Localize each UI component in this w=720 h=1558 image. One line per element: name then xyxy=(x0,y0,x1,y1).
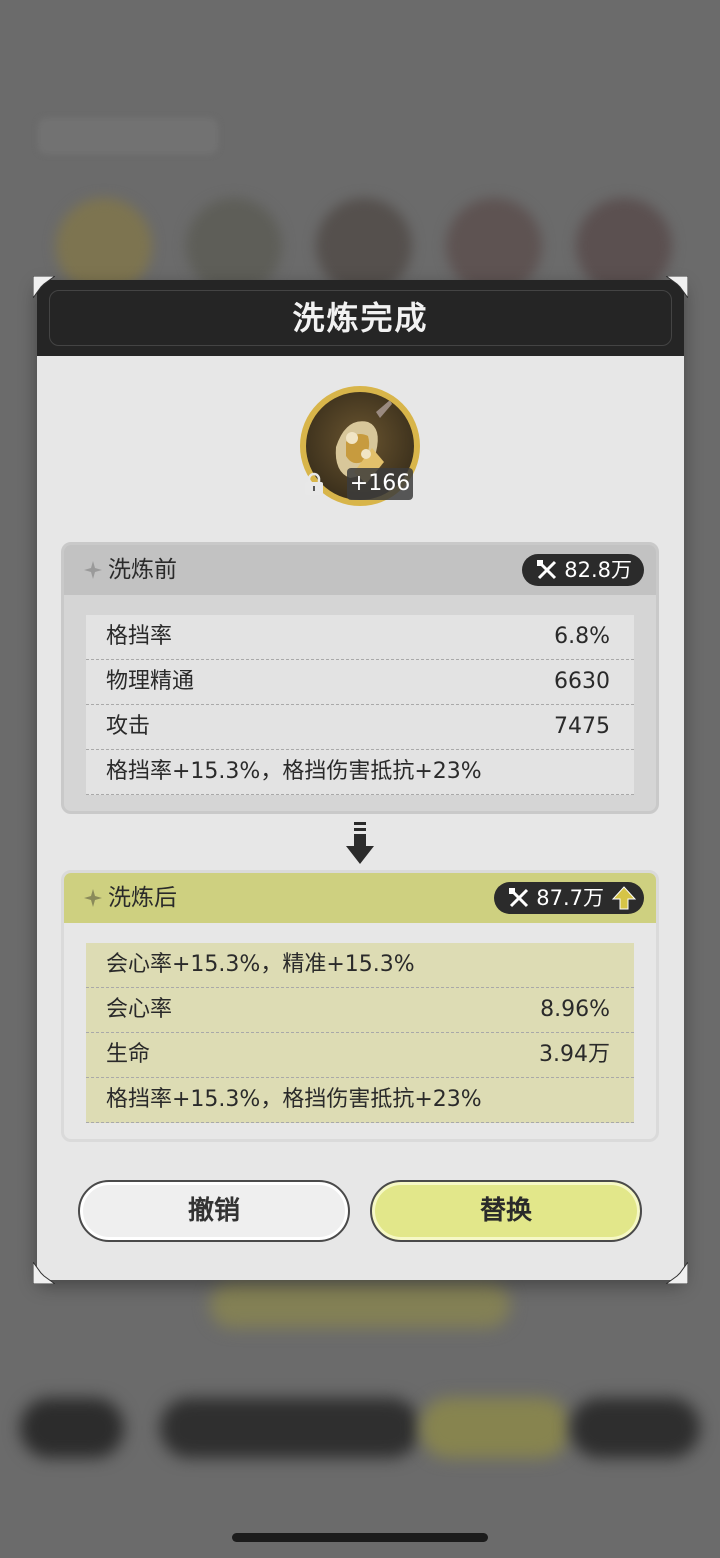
background-button xyxy=(210,1282,510,1328)
stat-row: 生命 3.94万 xyxy=(86,1033,634,1078)
arrow-down-icon xyxy=(346,822,374,864)
stat-value: 8.96% xyxy=(540,997,610,1022)
stat-name: 格挡率 xyxy=(106,624,173,649)
corner-ornament-icon xyxy=(666,276,688,298)
corner-ornament-icon xyxy=(33,1262,55,1284)
stat-value: 3.94万 xyxy=(539,1042,610,1067)
equipment-level: +166 xyxy=(347,468,413,500)
stat-row: 格挡率+15.3%，格挡伤害抵抗+23% xyxy=(86,1078,634,1123)
background-toolbar xyxy=(420,1398,570,1458)
stat-value: 7475 xyxy=(554,714,610,739)
crossed-swords-icon xyxy=(509,888,529,908)
home-indicator[interactable] xyxy=(232,1533,488,1542)
stat-row: 格挡率 6.8% xyxy=(86,615,634,660)
stat-name: 生命 xyxy=(106,1042,151,1067)
after-header: 洗炼后 87.7万 xyxy=(64,873,656,923)
after-power-badge: 87.7万 xyxy=(494,882,644,914)
stat-name: 会心率 xyxy=(106,997,173,1022)
background-toolbar xyxy=(160,1398,420,1458)
corner-ornament-icon xyxy=(666,1262,688,1284)
cancel-button[interactable]: 撤销 xyxy=(78,1180,350,1242)
stat-name: 格挡率+15.3%，格挡伤害抵抗+23% xyxy=(106,1087,482,1112)
before-label: 洗炼前 xyxy=(108,557,177,583)
stat-row: 会心率+15.3%，精准+15.3% xyxy=(86,943,634,988)
after-section: 洗炼后 87.7万 会心率+15.3%，精准+15.3% 会心率 8.96% 生… xyxy=(61,870,659,1142)
dialog-title: 洗炼完成 xyxy=(292,299,429,337)
background-title xyxy=(38,118,218,154)
stat-name: 格挡率+15.3%，格挡伤害抵抗+23% xyxy=(106,759,482,784)
background-toolbar xyxy=(20,1398,124,1458)
stat-value: 6630 xyxy=(554,669,610,694)
corner-ornament-icon xyxy=(33,276,55,298)
stat-name: 会心率+15.3%，精准+15.3% xyxy=(106,952,415,977)
sparkle-icon xyxy=(84,561,102,579)
before-section: 洗炼前 82.8万 格挡率 6.8% 物理精通 6630 攻击 7475 格挡率… xyxy=(61,542,659,814)
stat-row: 会心率 8.96% xyxy=(86,988,634,1033)
power-up-arrow-icon xyxy=(612,886,636,910)
background-toolbar xyxy=(570,1398,700,1458)
sparkle-icon xyxy=(84,889,102,907)
stat-row: 格挡率+15.3%，格挡伤害抵抗+23% xyxy=(86,750,634,795)
before-header: 洗炼前 82.8万 xyxy=(64,545,656,595)
after-label: 洗炼后 xyxy=(108,885,177,911)
stat-value: 6.8% xyxy=(554,624,610,649)
crossed-swords-icon xyxy=(537,560,557,580)
before-stat-list: 格挡率 6.8% 物理精通 6630 攻击 7475 格挡率+15.3%，格挡伤… xyxy=(86,615,634,795)
replace-button[interactable]: 替换 xyxy=(370,1180,642,1242)
lock-icon xyxy=(303,472,325,496)
refine-result-dialog: 洗炼完成 +166 洗炼前 82.8万 格挡率 6.8% 物理精通 6630 攻… xyxy=(33,276,688,1284)
stat-name: 物理精通 xyxy=(106,669,195,694)
before-power-value: 82.8万 xyxy=(564,558,632,582)
before-power-badge: 82.8万 xyxy=(522,554,644,586)
stat-row: 物理精通 6630 xyxy=(86,660,634,705)
after-stat-list: 会心率+15.3%，精准+15.3% 会心率 8.96% 生命 3.94万 格挡… xyxy=(86,943,634,1123)
stat-name: 攻击 xyxy=(106,714,151,739)
after-power-value: 87.7万 xyxy=(536,886,604,910)
stat-row: 攻击 7475 xyxy=(86,705,634,750)
